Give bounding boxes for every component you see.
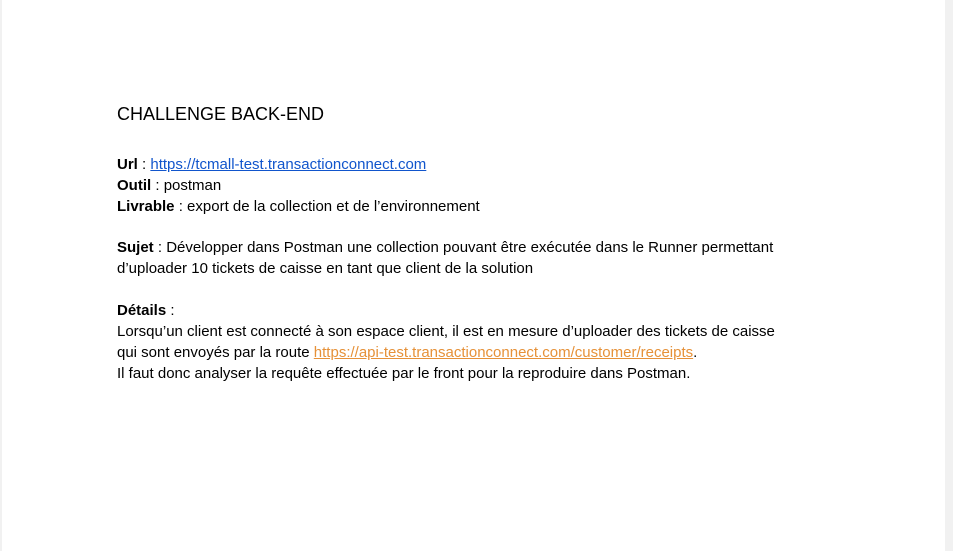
- document-title: CHALLENGE BACK-END: [117, 104, 325, 124]
- subject-line-1: Sujet : Développer dans Postman une coll…: [117, 237, 773, 258]
- tool-label: Outil: [117, 177, 152, 194]
- details-block: Détails : Lorsqu’un client est connecté …: [117, 300, 775, 384]
- deliverable-line: Livrable : export de la collection et de…: [117, 196, 480, 217]
- subject-text-1: : Développer dans Postman une collection…: [153, 239, 774, 256]
- subject-block: Sujet : Développer dans Postman une coll…: [117, 237, 773, 279]
- details-line-3: Il faut donc analyser la requête effectu…: [117, 365, 691, 382]
- tool-value: postman: [163, 177, 222, 194]
- subject-line-2: d’uploader 10 tickets de caisse en tant …: [117, 260, 534, 277]
- document-page: CHALLENGE BACK-END Url : https://tcmall-…: [2, 0, 945, 551]
- receipts-route-link[interactable]: https://api-test.transactionconnect.com/…: [314, 344, 693, 361]
- details-heading: Détails :: [117, 300, 775, 321]
- details-line-2: qui sont envoyés par la route https://ap…: [117, 342, 775, 363]
- url-link[interactable]: https://tcmall-test.transactionconnect.c…: [150, 156, 426, 173]
- details-line-1: Lorsqu’un client est connecté à son espa…: [117, 323, 775, 340]
- url-separator: :: [137, 156, 151, 173]
- tool-separator: :: [151, 177, 164, 194]
- url-line: Url : https://tcmall-test.transactioncon…: [117, 154, 480, 175]
- subject-label: Sujet: [117, 239, 154, 256]
- deliverable-label: Livrable: [117, 198, 175, 215]
- deliverable-separator: :: [174, 198, 188, 215]
- details-label-separator: :: [166, 302, 175, 319]
- details-line-2-suffix: .: [693, 344, 698, 361]
- url-label: Url: [117, 156, 138, 173]
- details-label: Détails: [117, 302, 167, 319]
- tool-line: Outil : postman: [117, 175, 480, 196]
- details-line-2-prefix: qui sont envoyés par la route: [117, 344, 314, 361]
- info-block: Url : https://tcmall-test.transactioncon…: [117, 154, 480, 217]
- deliverable-value: export de la collection et de l’environn…: [187, 198, 480, 215]
